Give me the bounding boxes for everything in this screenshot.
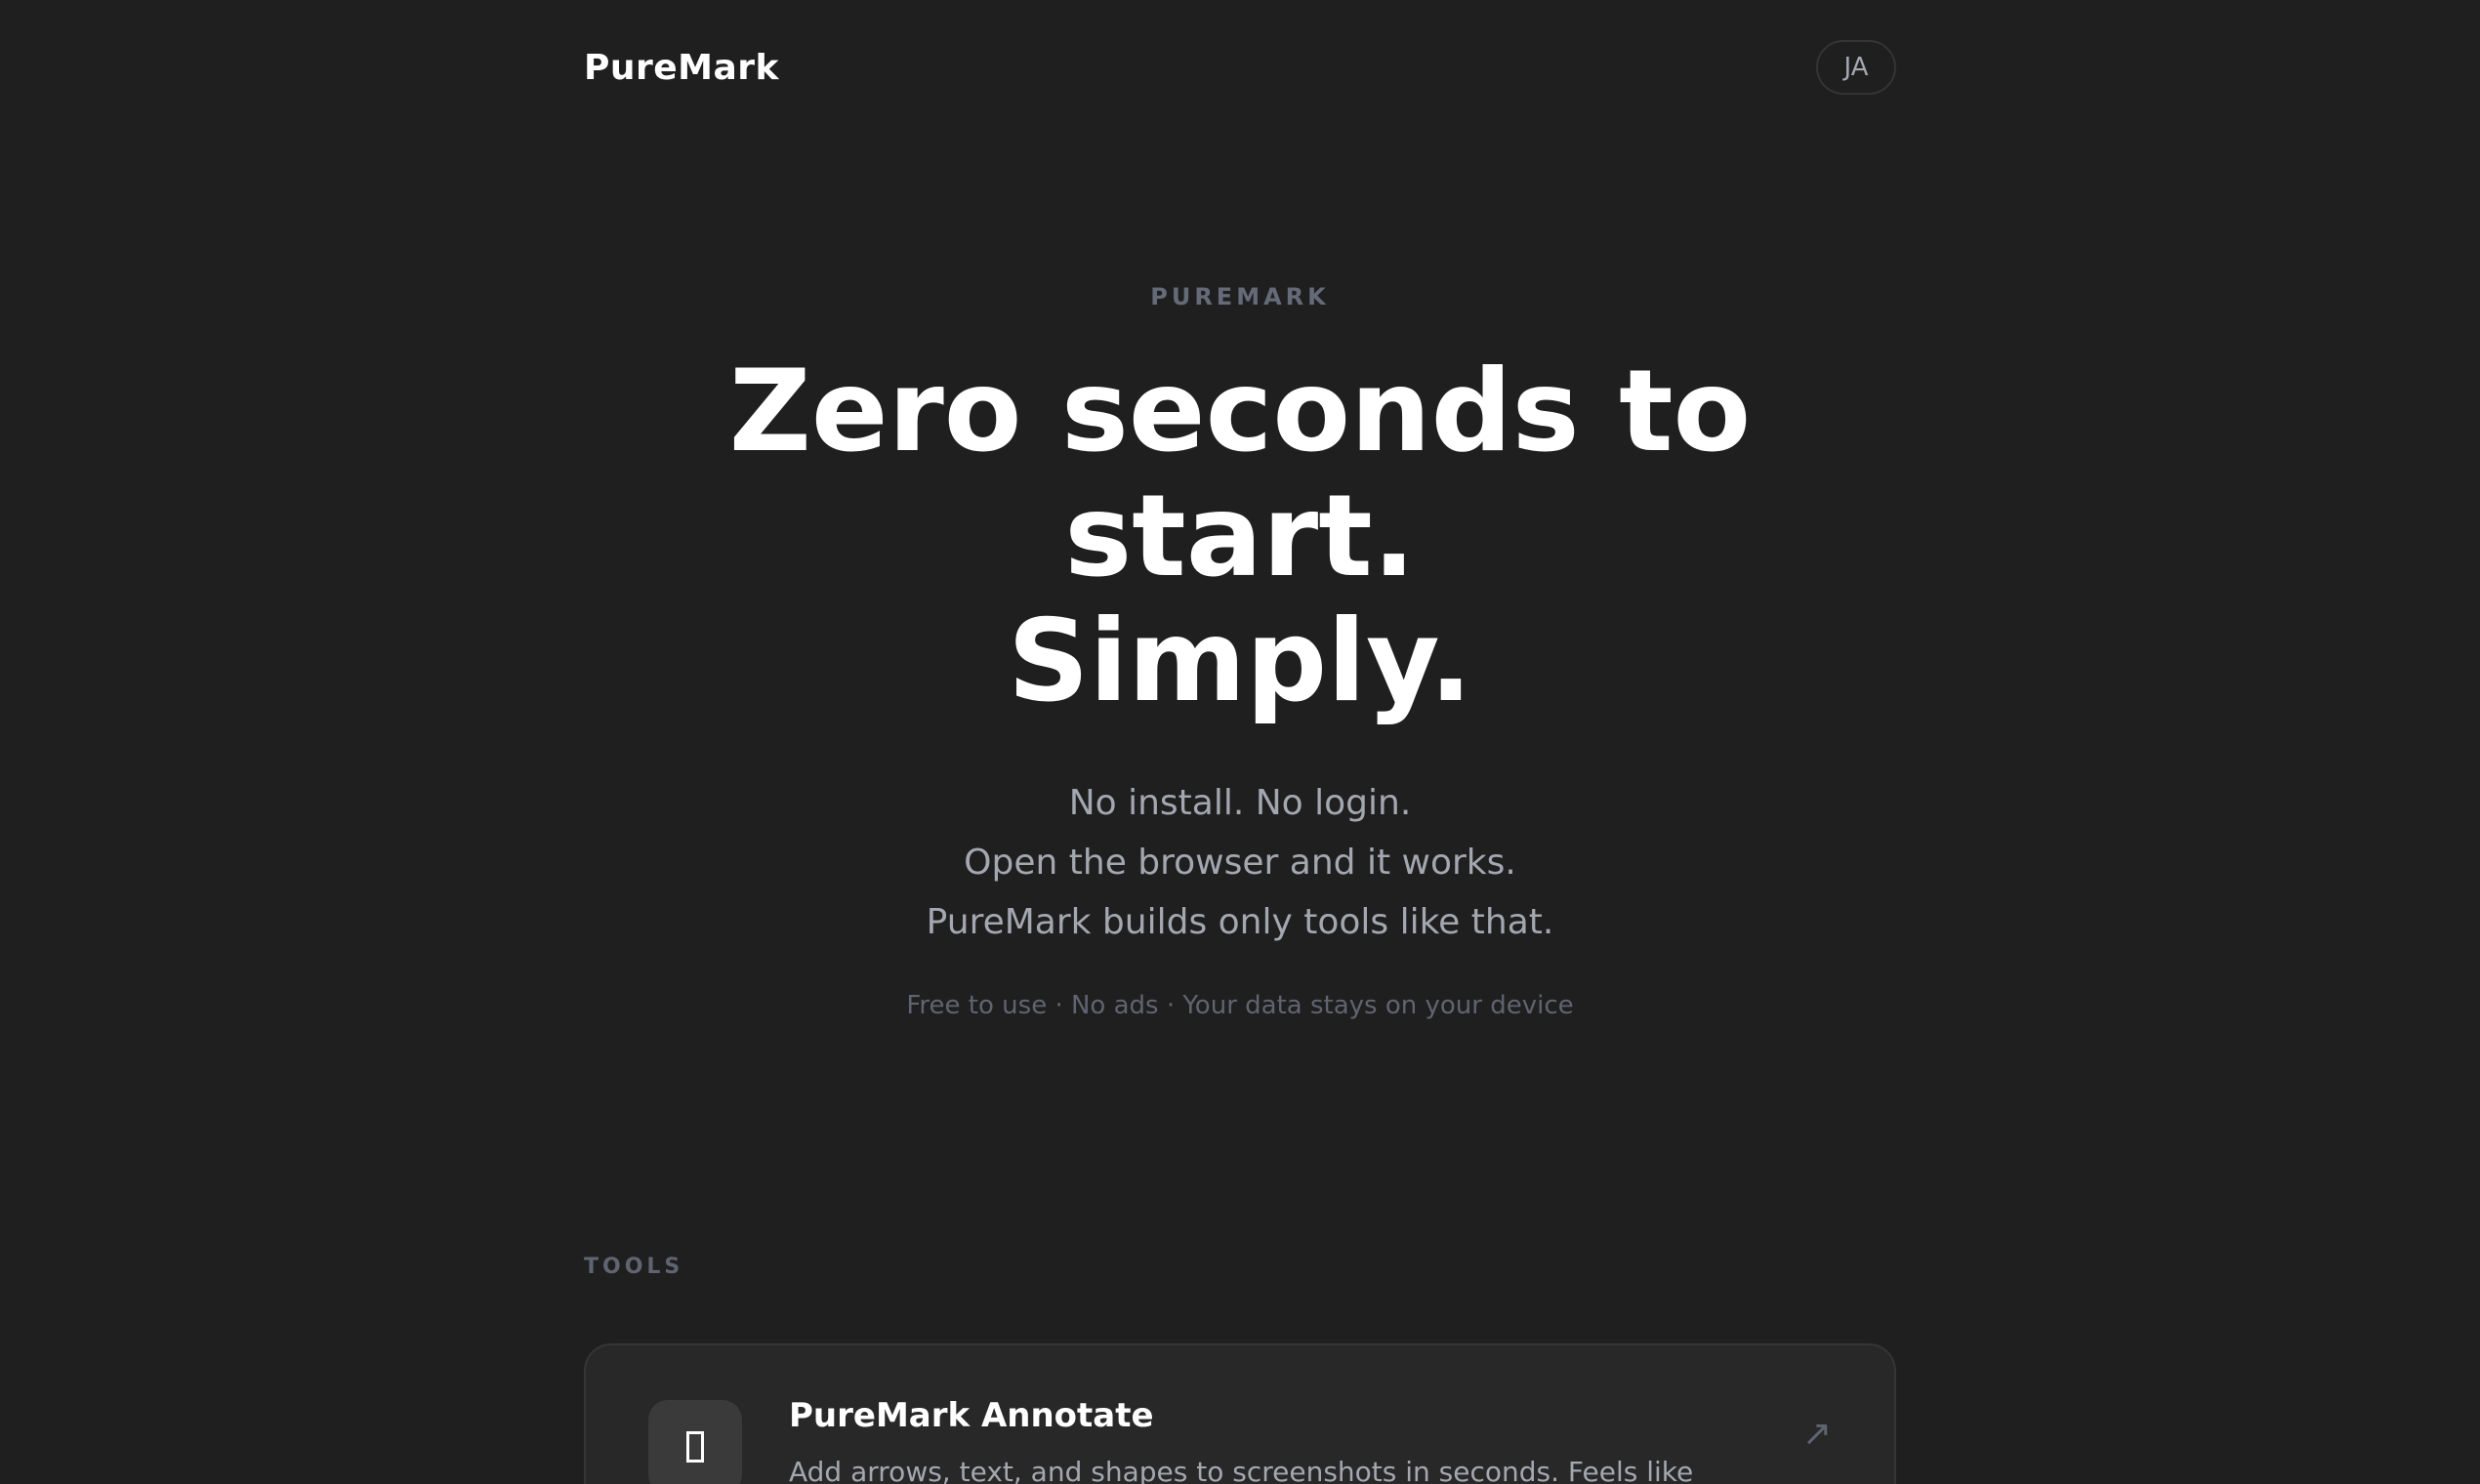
tool-card-annotate[interactable]: PureMark Annotate Add arrows, text, and … xyxy=(584,1343,1896,1484)
subcopy-line-3: PureMark builds only tools like that. xyxy=(926,902,1554,942)
hero-section: PUREMARK Zero seconds to start. Simply. … xyxy=(0,283,2480,1020)
page: PureMark JA PUREMARK Zero seconds to sta… xyxy=(0,0,2480,1484)
tool-description: Add arrows, text, and shapes to screensh… xyxy=(789,1456,1694,1484)
logo[interactable]: PureMark xyxy=(584,48,779,88)
hero-meta: Free to use · No ads · Your data stays o… xyxy=(906,991,1574,1020)
headline-line-1: Zero seconds to xyxy=(728,346,1752,477)
headline-line-3: Simply. xyxy=(1007,596,1472,727)
language-switch-button[interactable]: JA xyxy=(1816,40,1896,95)
hero-eyebrow: PUREMARK xyxy=(1150,283,1330,310)
tool-name: PureMark Annotate xyxy=(789,1396,1154,1435)
hero-headline: Zero seconds to start. Simply. xyxy=(703,350,1777,724)
tool-glyph-icon xyxy=(686,1431,704,1463)
hero-subcopy: No install. No login. Open the browser a… xyxy=(0,773,2480,952)
external-arrow-icon: ↗ xyxy=(1801,1414,1832,1454)
subcopy-line-2: Open the browser and it works. xyxy=(964,843,1516,883)
headline-line-2: start. xyxy=(1064,471,1416,602)
subcopy-line-1: No install. No login. xyxy=(1068,783,1412,823)
site-header: PureMark JA xyxy=(584,39,1896,96)
tool-icon-box xyxy=(648,1400,742,1484)
tools-section-label: TOOLS xyxy=(584,1255,684,1279)
